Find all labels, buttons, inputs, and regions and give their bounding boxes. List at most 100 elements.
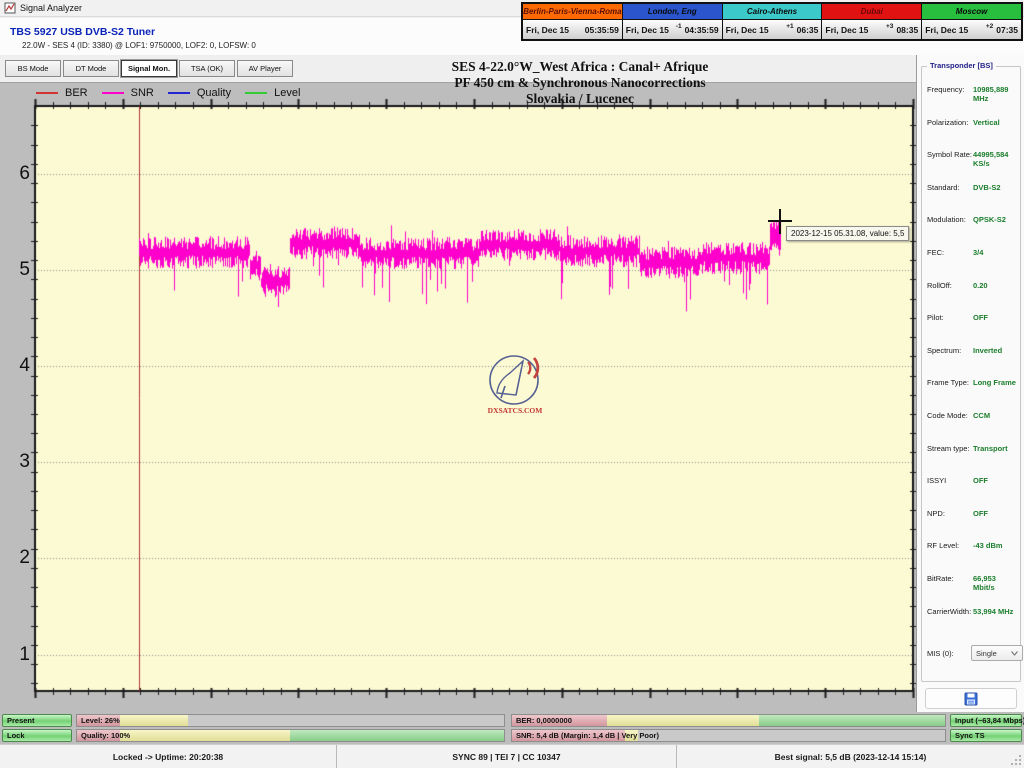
clock-city-label: Berlin-Paris-Vienna-Roma	[523, 4, 622, 19]
mis-selected-value: Single	[976, 649, 997, 658]
legend-color-swatch	[36, 92, 58, 94]
statusbar-lock-uptime: Locked -> Uptime: 20:20:38	[0, 745, 337, 768]
field-label: Symbol Rate:	[927, 150, 973, 159]
transponder-field-row: Symbol Rate: 44995,584 KS/s	[927, 150, 1018, 183]
tuner-name: TBS 5927 USB DVB-S2 Tuner	[10, 26, 155, 38]
ber-gauge: BER: 0,0000000	[511, 714, 946, 727]
input-rate-indicator: Input (~63,84 Mbps)	[950, 714, 1022, 727]
mis-label: MIS (0):	[927, 649, 969, 658]
clock-utc-offset: +1	[786, 23, 793, 30]
window-title: Signal Analyzer	[20, 3, 82, 13]
world-clocks: Berlin-Paris-Vienna-Roma Fri, Dec 15 05:…	[521, 2, 1023, 41]
transponder-groupbox: Transponder [BS] Frequency: 10985,889 MH…	[921, 66, 1021, 682]
field-value: Transport	[973, 444, 1008, 453]
field-value: 44995,584 KS/s	[973, 150, 1018, 168]
field-label: RF Level:	[927, 541, 973, 550]
mis-select-dropdown[interactable]: Single	[971, 645, 1023, 661]
clock-date: Fri, Dec 15	[925, 25, 986, 35]
field-label: Frame Type:	[927, 378, 973, 387]
field-label: FEC:	[927, 248, 973, 257]
transponder-field-row: Standard: DVB-S2	[927, 183, 1018, 216]
transponder-field-row: CarrierWidth: 53,994 MHz	[927, 607, 1018, 640]
cursor-tooltip: 2023-12-15 05.31.08, value: 5,5	[786, 226, 909, 241]
field-label: Spectrum:	[927, 346, 973, 355]
present-indicator: Present	[2, 714, 72, 727]
field-label: CarrierWidth:	[927, 607, 973, 616]
transponder-field-row: BitRate: 66,953 Mbit/s	[927, 574, 1018, 607]
mode-tab-button[interactable]: BS Mode	[5, 60, 61, 77]
floppy-disk-icon	[964, 692, 978, 706]
gauge-zone: Present Lock Level: 26% Quality: 100% BE…	[0, 712, 1024, 744]
field-label: Stream type:	[927, 444, 973, 453]
transponder-field-row: Pilot: OFF	[927, 313, 1018, 346]
world-clock: Dubai Fri, Dec 15 +3 08:35	[822, 4, 922, 39]
legend-color-swatch	[168, 92, 190, 94]
field-value: Inverted	[973, 346, 1002, 355]
transponder-field-row: NPD: OFF	[927, 509, 1018, 542]
transponder-field-row: RF Level: -43 dBm	[927, 541, 1018, 574]
field-label: Pilot:	[927, 313, 973, 322]
field-value: OFF	[973, 313, 988, 322]
clock-city-label: Moscow	[922, 4, 1021, 19]
clock-utc-offset: -1	[676, 23, 682, 30]
app-icon	[4, 2, 16, 14]
clock-time: 08:35	[896, 25, 918, 35]
lock-indicator: Lock	[2, 729, 72, 742]
mode-tab-button[interactable]: Signal Mon.	[121, 60, 177, 77]
clock-date: Fri, Dec 15	[626, 25, 676, 35]
chart-title-line1: SES 4-22.0°W_West Africa : Canal+ Afriqu…	[370, 59, 790, 75]
field-label: NPD:	[927, 509, 973, 518]
y-axis-tick-label: 1	[4, 644, 30, 666]
world-clock: London, Eng Fri, Dec 15 -1 04:35:59	[623, 4, 723, 39]
world-clock: Moscow Fri, Dec 15 +2 07:35	[922, 4, 1021, 39]
transponder-field-row: Stream type: Transport	[927, 444, 1018, 477]
field-label: ISSYI	[927, 476, 973, 485]
clock-city-label: Dubai	[822, 4, 921, 19]
world-clock: Cairo-Athens Fri, Dec 15 +1 06:35	[723, 4, 823, 39]
clock-time: 06:35	[797, 25, 819, 35]
mis-row: MIS (0): Single	[927, 645, 1023, 661]
transponder-fields: Frequency: 10985,889 MHz Polarization: V…	[927, 85, 1018, 639]
field-value: 0.20	[973, 281, 988, 290]
y-axis-tick-label: 5	[4, 259, 30, 281]
clock-date: Fri, Dec 15	[825, 25, 886, 35]
mode-tab-button[interactable]: AV Player	[237, 60, 293, 77]
mode-tab-button[interactable]: TSA (OK)	[179, 60, 235, 77]
clock-city-label: Cairo-Athens	[723, 4, 822, 19]
statusbar-best-signal: Best signal: 5,5 dB (2023-12-14 15:14)	[677, 745, 1024, 768]
transponder-field-row: FEC: 3/4	[927, 248, 1018, 281]
resize-grip[interactable]	[1010, 754, 1022, 766]
gauge-segment	[290, 730, 504, 741]
field-value: 66,953 Mbit/s	[973, 574, 1018, 592]
gauge-segment	[120, 715, 188, 726]
legend-color-swatch	[245, 92, 267, 94]
transponder-field-row: Polarization: Vertical	[927, 118, 1018, 151]
statusbar-sync-counters: SYNC 89 | TEI 7 | CC 10347	[337, 745, 677, 768]
mode-tab-button[interactable]: DT Mode	[63, 60, 119, 77]
clock-city-label: London, Eng	[623, 4, 722, 19]
field-value: Long Frame	[973, 378, 1016, 387]
chart-title-line2: PF 450 cm & Synchronous Nanocorrections	[370, 75, 790, 91]
tuner-details: 22.0W - SES 4 (ID: 3380) @ LOF1: 9750000…	[22, 41, 256, 50]
cursor-crosshair-icon	[768, 220, 792, 222]
field-label: Frequency:	[927, 85, 973, 94]
quality-gauge: Quality: 100%	[76, 729, 505, 742]
field-label: BitRate:	[927, 574, 973, 583]
field-label: Polarization:	[927, 118, 973, 127]
chevron-down-icon	[1011, 651, 1018, 656]
statusbar: Locked -> Uptime: 20:20:38 SYNC 89 | TEI…	[0, 744, 1024, 768]
transponder-field-row: ISSYI OFF	[927, 476, 1018, 509]
field-value: CCM	[973, 411, 990, 420]
field-value: 3/4	[973, 248, 983, 257]
clock-utc-offset: +3	[886, 23, 893, 30]
y-axis-tick-label: 2	[4, 547, 30, 569]
legend-color-swatch	[102, 92, 124, 94]
field-value: 53,994 MHz	[973, 607, 1013, 616]
clock-utc-offset: +2	[986, 23, 993, 30]
transponder-groupbox-title: Transponder [BS]	[927, 61, 996, 70]
snapshot-save-button[interactable]	[925, 688, 1017, 709]
field-value: DVB-S2	[973, 183, 1001, 192]
signal-plot-canvas[interactable]	[25, 96, 923, 701]
transponder-field-row: Spectrum: Inverted	[927, 346, 1018, 379]
mode-tabs: BS Mode DT Mode Signal Mon. TSA (OK) AV …	[5, 60, 293, 77]
